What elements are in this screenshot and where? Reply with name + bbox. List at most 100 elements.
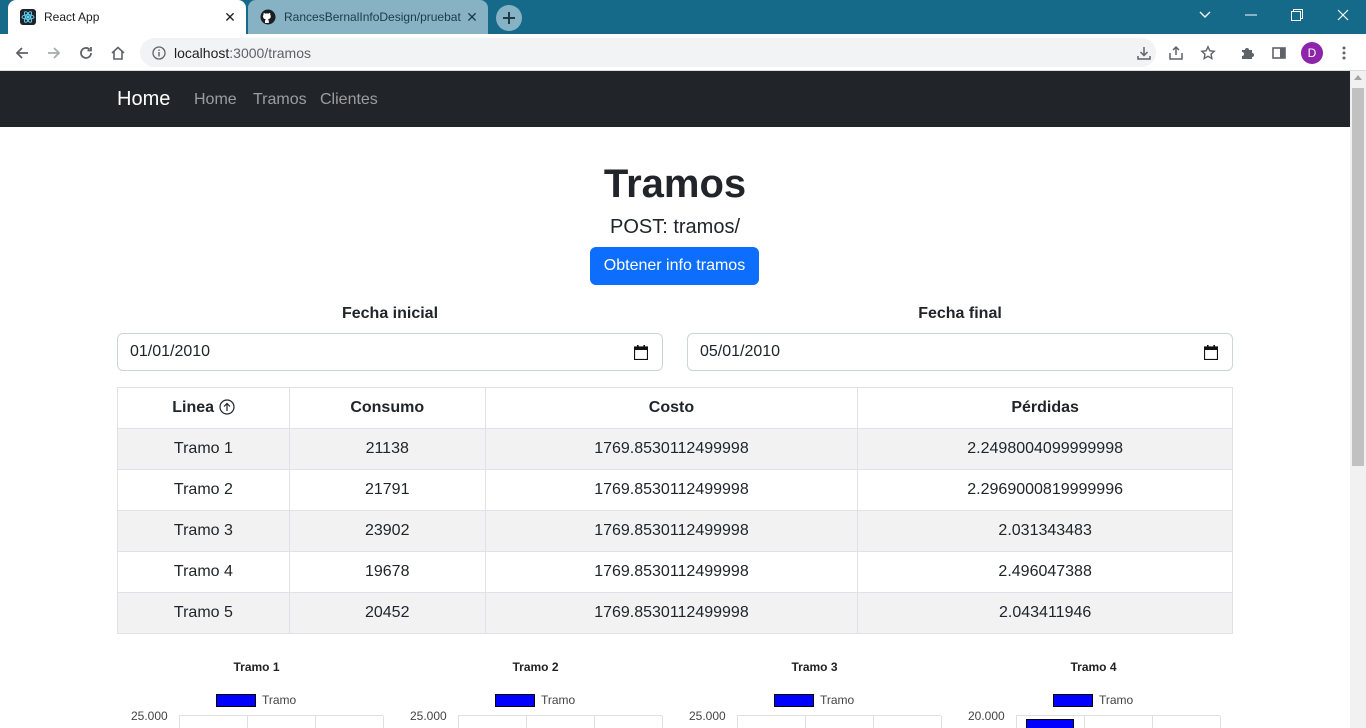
gridline	[1084, 716, 1085, 728]
chart-legend[interactable]: Tramo	[774, 693, 854, 707]
install-app-button[interactable]	[1130, 39, 1158, 67]
gridline	[941, 716, 942, 728]
chart-title: Tramo 4	[1070, 660, 1117, 674]
cell-consumo: 20452	[288, 592, 486, 634]
chart-title: Tramo 2	[512, 660, 559, 674]
star-icon	[1200, 45, 1216, 60]
share-icon	[1169, 45, 1183, 60]
gridline	[1220, 716, 1221, 728]
cell-consumo: 21138	[288, 428, 486, 470]
menu-button[interactable]	[1330, 39, 1358, 67]
chart-title: Tramo 3	[791, 660, 838, 674]
gridline	[1016, 716, 1017, 728]
kebab-menu-icon	[1342, 46, 1346, 60]
chart-legend[interactable]: Tramo	[1053, 693, 1133, 707]
reload-button[interactable]	[72, 39, 100, 67]
gridline	[873, 716, 874, 728]
extensions-button[interactable]	[1233, 39, 1261, 67]
download-icon	[1137, 47, 1151, 60]
gridline	[247, 716, 248, 728]
chart-bar[interactable]	[1026, 718, 1074, 728]
nav-link-clientes[interactable]: Clientes	[320, 91, 378, 109]
back-button[interactable]	[8, 39, 36, 67]
arrow-left-icon	[15, 47, 28, 59]
address-bar[interactable]: localhost:3000/tramos	[140, 38, 1156, 67]
cell-consumo: 19678	[288, 551, 486, 593]
chart-legend[interactable]: Tramo	[495, 693, 575, 707]
close-tab-icon[interactable]: ✕	[220, 7, 240, 27]
cell-costo: 1769.8530112499998	[484, 428, 859, 470]
cell-perdidas: 2.2498004099999998	[857, 428, 1233, 470]
y-tick-label: 25.000	[410, 709, 447, 723]
start-date-value: 01/01/2010	[130, 343, 211, 360]
bookmark-button[interactable]	[1194, 39, 1222, 67]
cell-linea: Tramo 2	[117, 469, 290, 511]
start-date-label: Fecha inicial	[341, 305, 439, 322]
nav-link-home[interactable]: Home	[194, 91, 237, 109]
gridline	[737, 716, 738, 728]
arrow-right-icon	[48, 47, 61, 59]
plus-icon	[503, 12, 515, 24]
gridline	[458, 716, 459, 728]
chart-legend[interactable]: Tramo	[216, 693, 296, 707]
gridline	[805, 716, 806, 728]
restore-button[interactable]	[1274, 0, 1320, 30]
cell-perdidas: 2.031343483	[857, 510, 1233, 552]
table-row: Tramo 5 20452 1769.8530112499998 2.04341…	[117, 592, 1233, 634]
chart-tramo-2: Tramo 2 Tramo 25.000	[396, 654, 675, 728]
chart-tramo-1: Tramo 1 Tramo 25.000	[117, 654, 396, 728]
chart-tramo-4: Tramo 4 Tramo 20.000	[954, 654, 1233, 728]
close-window-button[interactable]	[1320, 0, 1366, 30]
gridline	[383, 716, 384, 728]
close-tab-icon[interactable]: ✕	[462, 7, 482, 27]
cell-consumo: 23902	[288, 510, 486, 552]
table-row: Tramo 1 21138 1769.8530112499998 2.24980…	[117, 428, 1233, 470]
nav-link-tramos[interactable]: Tramos	[253, 91, 307, 109]
forward-button[interactable]	[40, 39, 68, 67]
gridline	[1016, 715, 1220, 716]
tramos-table: Linea Consumo Costo Pérdidas Tramo 1 211…	[117, 387, 1233, 634]
profile-avatar[interactable]: D	[1301, 42, 1323, 64]
minimize-button[interactable]	[1228, 0, 1274, 30]
puzzle-icon	[1242, 48, 1254, 59]
legend-swatch	[495, 693, 535, 707]
y-tick-label: 20.000	[968, 709, 1005, 723]
restore-icon	[1291, 9, 1303, 21]
github-icon	[260, 9, 276, 25]
new-tab-button[interactable]	[496, 5, 522, 31]
close-icon	[1337, 9, 1349, 21]
column-header-consumo: Consumo	[288, 387, 486, 429]
cell-costo: 1769.8530112499998	[484, 551, 859, 593]
gridline	[458, 715, 662, 716]
home-button[interactable]	[104, 39, 132, 67]
legend-label: Tramo	[262, 693, 297, 707]
end-date-input[interactable]: 05/01/2010	[687, 333, 1233, 371]
navbar-brand[interactable]: Home	[117, 88, 170, 111]
table-row: Tramo 3 23902 1769.8530112499998 2.03134…	[117, 510, 1233, 552]
tab-github[interactable]: RancesBernalInfoDesign/pruebat ✕	[248, 0, 488, 34]
y-tick-label: 25.000	[689, 709, 726, 723]
get-tramos-button[interactable]: Obtener info tramos	[590, 247, 759, 285]
table-header-row: Linea Consumo Costo Pérdidas	[117, 387, 1233, 429]
gridline	[737, 715, 941, 716]
cell-perdidas: 2.2969000819999996	[857, 469, 1233, 511]
calendar-icon	[1204, 345, 1218, 360]
scrollbar-thumb[interactable]	[1352, 88, 1364, 466]
column-header-label: Linea	[172, 399, 215, 416]
scroll-up-arrow-icon[interactable]	[1354, 75, 1362, 80]
page-scrollbar[interactable]	[1350, 71, 1366, 728]
tab-search-button[interactable]	[1182, 0, 1228, 30]
minimize-icon	[1245, 14, 1257, 16]
column-header-linea[interactable]: Linea	[117, 387, 290, 429]
start-date-input[interactable]: 01/01/2010	[117, 333, 663, 371]
cell-costo: 1769.8530112499998	[484, 469, 859, 511]
browser-toolbar: localhost:3000/tramos D	[0, 34, 1366, 71]
side-panel-button[interactable]	[1265, 39, 1293, 67]
reload-icon	[80, 47, 92, 59]
sort-arrow-up-icon[interactable]	[218, 399, 235, 415]
end-date-value: 05/01/2010	[700, 343, 781, 360]
share-button[interactable]	[1162, 39, 1190, 67]
gridline	[179, 716, 180, 728]
tab-react-app[interactable]: React App ✕	[8, 0, 246, 34]
gridline	[594, 716, 595, 728]
